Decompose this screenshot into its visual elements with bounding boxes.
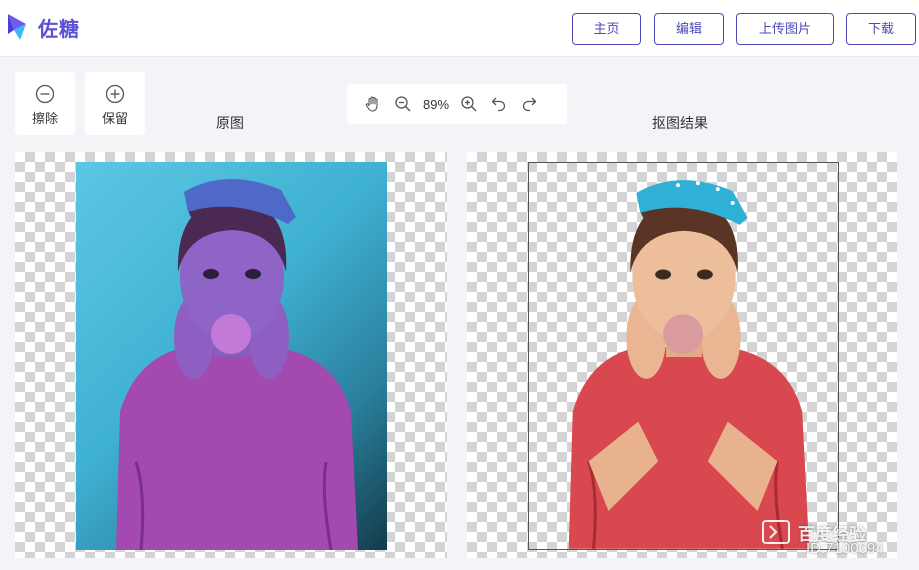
original-image (76, 162, 387, 550)
logo[interactable]: 佐糖 (6, 12, 80, 42)
result-subject-figure (568, 180, 810, 550)
logo-icon (8, 14, 26, 40)
erase-tool-label: 擦除 (31, 111, 58, 126)
plus-circle-icon (105, 84, 125, 104)
keep-tool-button[interactable]: 保留 (85, 72, 145, 135)
top-bar: 佐糖 主页 编辑 上传图片 下载 (0, 0, 919, 57)
keep-tool-label: 保留 (101, 111, 128, 126)
zoom-level: 89% (423, 96, 450, 112)
edit-button[interactable]: 编辑 (654, 13, 724, 45)
app-name: 佐糖 (38, 18, 80, 41)
watermark-logo-icon (762, 520, 790, 544)
zoom-toolbar: 89% (347, 84, 567, 124)
zoom-out-icon[interactable] (393, 94, 413, 114)
erase-tool-button[interactable]: 擦除 (15, 72, 75, 135)
minus-circle-icon (35, 84, 55, 104)
upload-image-button[interactable]: 上传图片 (736, 13, 834, 45)
original-pane-title: 原图 (216, 115, 244, 131)
zoom-in-icon[interactable] (459, 94, 479, 114)
watermark-id: ID:7100694 (806, 540, 884, 557)
redo-icon[interactable] (519, 94, 539, 114)
original-subject-figure (116, 178, 358, 550)
home-button[interactable]: 主页 (572, 13, 641, 45)
result-image (528, 162, 839, 550)
result-pane-title: 抠图结果 (652, 115, 708, 131)
undo-icon[interactable] (489, 94, 509, 114)
hand-pan-icon[interactable] (363, 94, 383, 114)
download-button[interactable]: 下载 (846, 13, 916, 45)
